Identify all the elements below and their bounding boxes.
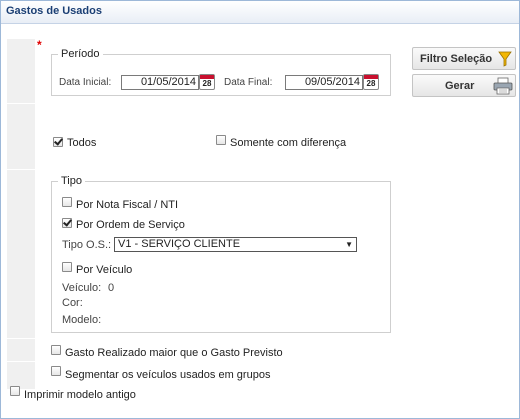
cor-field-label: Cor: xyxy=(62,297,83,309)
tipo-os-select[interactable]: V1 - SERVIÇO CLIENTE ▼ xyxy=(114,237,357,252)
gutter-divider xyxy=(7,338,35,339)
end-date-label: Data Final: xyxy=(224,77,273,88)
gutter-divider xyxy=(7,103,35,104)
generate-button[interactable]: Gerar xyxy=(412,74,516,97)
ordem-servico-checkbox[interactable] xyxy=(62,218,72,228)
nota-fiscal-checkbox[interactable] xyxy=(62,197,72,207)
tipo-os-value: V1 - SERVIÇO CLIENTE xyxy=(118,238,241,250)
veiculo-checkbox-label: Por Veículo xyxy=(76,264,133,276)
required-marker: * xyxy=(37,38,42,52)
window-title: Gastos de Usados xyxy=(6,5,102,17)
segmentar-checkbox[interactable] xyxy=(51,366,61,376)
funnel-icon xyxy=(498,51,512,67)
report-window: Gastos de Usados * Período Data Inicial:… xyxy=(0,0,520,419)
gasto-realizado-label: Gasto Realizado maior que o Gasto Previs… xyxy=(65,347,283,359)
todos-label: Todos xyxy=(67,137,97,149)
modelo-field-label: Modelo: xyxy=(62,314,102,326)
periodo-legend: Período xyxy=(61,48,100,60)
todos-checkbox[interactable] xyxy=(53,137,63,147)
ordem-servico-label: Por Ordem de Serviço xyxy=(76,219,185,231)
segmentar-label: Segmentar os veículos usados em grupos xyxy=(65,369,271,381)
somente-diferenca-label: Somente com diferença xyxy=(230,137,347,149)
gutter-divider xyxy=(7,169,35,170)
end-date-input[interactable]: 09/05/2014 xyxy=(285,75,363,90)
start-date-label: Data Inicial: xyxy=(59,77,112,88)
veiculo-checkbox[interactable] xyxy=(62,262,72,272)
end-date-calendar-icon[interactable]: 28 xyxy=(363,74,379,90)
gutter-divider xyxy=(7,361,35,362)
somente-diferenca-checkbox[interactable] xyxy=(216,135,226,145)
nota-fiscal-label: Por Nota Fiscal / NTI xyxy=(76,199,179,211)
start-date-input[interactable]: 01/05/2014 xyxy=(121,75,199,90)
gasto-realizado-checkbox[interactable] xyxy=(51,345,61,355)
veiculo-field-label: Veículo: xyxy=(62,282,102,294)
imprimir-modelo-label: Imprimir modelo antigo xyxy=(24,389,136,401)
start-date-calendar-icon[interactable]: 28 xyxy=(199,74,215,90)
title-bar: Gastos de Usados xyxy=(1,1,519,24)
imprimir-modelo-checkbox[interactable] xyxy=(10,386,20,396)
filter-selection-label: Filtro Seleção xyxy=(420,53,493,65)
left-gutter xyxy=(7,39,35,389)
generate-label: Gerar xyxy=(445,80,475,92)
dropdown-arrow-icon: ▼ xyxy=(345,240,353,249)
printer-icon xyxy=(493,77,513,95)
filter-selection-button[interactable]: Filtro Seleção xyxy=(412,47,516,70)
tipo-os-label: Tipo O.S.: xyxy=(62,239,112,251)
veiculo-field-value: 0 xyxy=(108,282,115,294)
tipo-legend: Tipo xyxy=(61,175,82,187)
